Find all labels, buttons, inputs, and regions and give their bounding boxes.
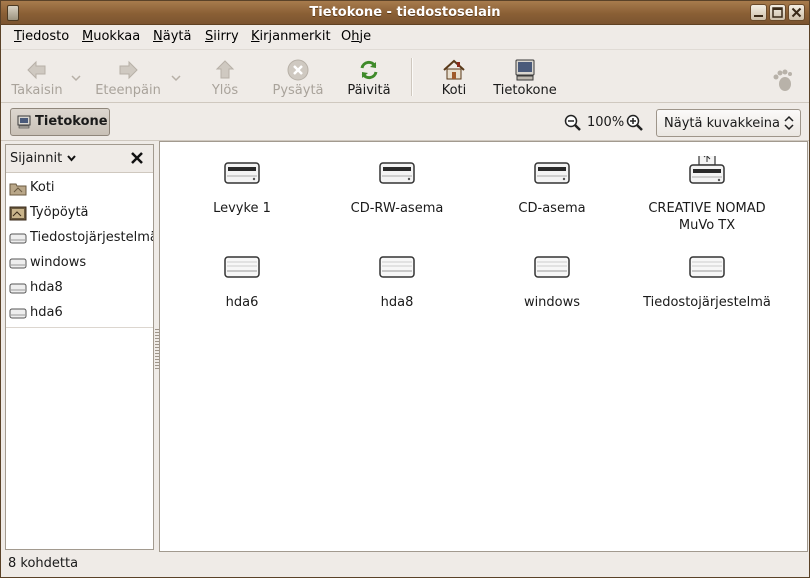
close-window-button[interactable] <box>788 4 805 21</box>
reload-icon <box>360 60 378 80</box>
minimize-icon <box>754 15 763 17</box>
reload-button[interactable]: Päivitä <box>343 50 395 104</box>
back-history-dropdown[interactable] <box>69 50 83 104</box>
stop-icon <box>287 59 309 81</box>
sidebar-item-desktop[interactable]: Työpöytä <box>6 202 153 227</box>
up-down-arrows-icon <box>784 115 794 131</box>
computer-icon <box>17 115 31 129</box>
drive-icon <box>9 258 27 269</box>
drive-icon <box>9 233 27 244</box>
gnome-foot-icon <box>773 69 792 91</box>
status-bar: 8 kohdetta <box>1 553 809 577</box>
forward-button[interactable]: Eteenpäin <box>93 50 163 104</box>
menu-view[interactable]: Näytä <box>152 29 192 44</box>
home-button[interactable]: Koti <box>431 50 477 104</box>
sidebar-item-windows[interactable]: windows <box>6 252 153 277</box>
menu-bookmarks[interactable]: Kirjanmerkit <box>250 29 332 44</box>
up-arrow-icon <box>215 60 235 79</box>
sidebar-item-home[interactable]: Koti <box>6 177 153 202</box>
menu-edit[interactable]: Muokkaa <box>81 29 141 44</box>
desktop-icon <box>9 206 27 221</box>
usb-drive-icon <box>689 156 725 184</box>
menu-go[interactable]: Siirry <box>204 29 240 44</box>
close-icon <box>791 7 802 18</box>
zoom-level[interactable]: 100% <box>587 115 624 130</box>
icon-view[interactable]: Levyke 1 CD-RW-asema CD-asema CREATIVE N… <box>159 141 808 552</box>
zoom-in-button[interactable] <box>626 114 643 131</box>
location-path-button[interactable]: Tietokone <box>10 108 110 136</box>
sidebar-item-filesystem[interactable]: Tiedostojärjestelmä <box>6 227 153 252</box>
sidebar: Sijainnit Koti Työpöytä Tiedostojärjeste… <box>5 144 154 550</box>
status-text: 8 kohdetta <box>8 556 79 571</box>
drive-icon <box>9 283 27 294</box>
back-arrow-icon <box>27 60 46 80</box>
sidebar-type-selector[interactable]: Sijainnit <box>10 151 62 166</box>
chevron-down-icon[interactable] <box>67 155 76 162</box>
forward-arrow-icon <box>119 60 138 80</box>
cdrom-drive-icon <box>534 162 570 184</box>
window-title: Tietokone - tiedostoselain <box>309 5 501 20</box>
floppy-drive-icon <box>224 162 260 184</box>
toolbar-separator <box>411 58 413 96</box>
home-icon <box>443 59 465 80</box>
harddisk-icon <box>379 256 415 278</box>
chevron-down-icon <box>71 75 81 82</box>
up-button[interactable]: Ylös <box>201 50 249 104</box>
file-manager-window: Tietokone - tiedostoselain Tiedosto Muok… <box>0 0 810 578</box>
maximize-button[interactable] <box>769 4 786 21</box>
chevron-down-icon <box>171 75 181 82</box>
computer-button[interactable]: Tietokone <box>491 50 559 104</box>
home-folder-icon <box>9 183 27 196</box>
sidebar-header: Sijainnit <box>6 145 153 173</box>
forward-history-dropdown[interactable] <box>169 50 183 104</box>
zoom-out-button[interactable] <box>564 114 581 131</box>
location-bar: Tietokone 100% Näytä kuvakkeina <box>1 103 809 141</box>
maximize-icon <box>772 7 783 18</box>
title-bar[interactable]: Tietokone - tiedostoselain <box>1 1 809 25</box>
menu-bar: Tiedosto Muokkaa Näytä Siirry Kirjanmerk… <box>1 25 809 49</box>
stop-button[interactable]: Pysäytä <box>267 50 329 104</box>
toolbar: Takaisin Eteenpäin Ylös Pysäytä Päivitä … <box>1 49 809 103</box>
cdrom-drive-icon <box>379 162 415 184</box>
harddisk-icon <box>224 256 260 278</box>
sidebar-item-hda8[interactable]: hda8 <box>6 277 153 302</box>
harddisk-icon <box>689 256 725 278</box>
minimize-button[interactable] <box>750 4 767 21</box>
computer-icon <box>515 59 535 81</box>
back-button[interactable]: Takaisin <box>7 50 67 104</box>
sidebar-item-hda6[interactable]: hda6 <box>6 302 153 327</box>
drive-icon <box>9 308 27 319</box>
sidebar-separator <box>6 327 153 328</box>
menu-file[interactable]: Tiedosto <box>13 29 70 44</box>
harddisk-icon <box>534 256 570 278</box>
view-mode-select[interactable]: Näytä kuvakkeina <box>656 109 801 137</box>
menu-mnemonic: h <box>351 29 360 44</box>
menu-help[interactable]: Ohje <box>340 29 372 44</box>
close-sidebar-icon[interactable] <box>130 151 144 165</box>
